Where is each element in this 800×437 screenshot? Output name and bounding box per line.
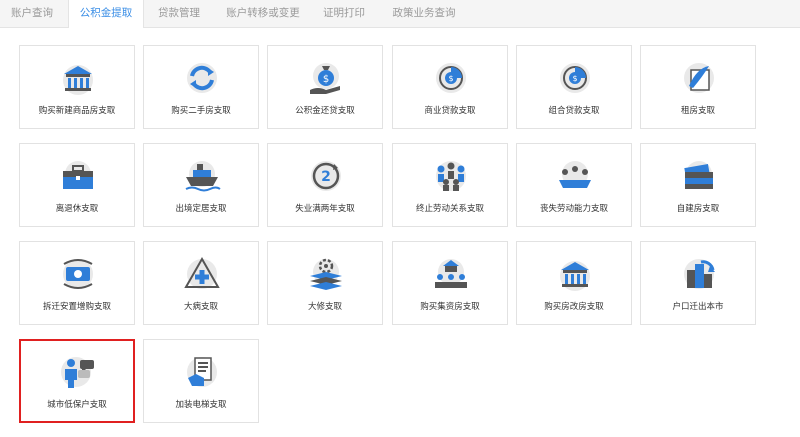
tile-label: 失业满两年支取 — [295, 204, 355, 214]
tile-serious-illness[interactable]: 大病支取 — [143, 241, 259, 325]
meeting-table-icon — [555, 158, 595, 194]
svg-text:$: $ — [323, 74, 329, 85]
tile-elevator-installation[interactable]: 加装电梯支取 — [143, 339, 259, 423]
tab-fund-withdrawal[interactable]: 公积金提取 — [68, 0, 144, 29]
tile-labor-termination[interactable]: 终止劳动关系支取 — [392, 143, 508, 227]
people-group-icon — [431, 158, 471, 194]
cash-stack-icon — [679, 158, 719, 194]
tile-self-built-house[interactable]: 自建房支取 — [640, 143, 756, 227]
tile-label: 商业贷款支取 — [424, 106, 476, 116]
tile-new-house-purchase[interactable]: 购买新建商品房支取 — [19, 45, 135, 129]
tile-fund-loan-repayment[interactable]: $ 公积金还贷支取 — [267, 45, 383, 129]
tile-label: 大修支取 — [307, 302, 342, 312]
tile-label: 离退休支取 — [55, 204, 99, 214]
tile-label: 出境定居支取 — [175, 204, 227, 214]
tile-label: 丧失劳动能力支取 — [539, 204, 608, 214]
tile-collective-housing[interactable]: 购买集资房支取 — [392, 241, 508, 325]
tile-second-hand-purchase[interactable]: 购买二手房支取 — [143, 45, 259, 129]
tile-reformed-housing[interactable]: 购买房改房支取 — [516, 241, 632, 325]
tile-unemployed-two-years[interactable]: 2 失业满两年支取 — [267, 143, 383, 227]
tile-label: 购买集资房支取 — [420, 302, 480, 312]
gear-layers-icon — [306, 256, 346, 292]
page: 账户查询 公积金提取 贷款管理 账户转移或变更 证明打印 政策业务查询 购买新建… — [0, 0, 800, 437]
tile-household-relocation[interactable]: 户口迁出本市 — [640, 241, 756, 325]
tile-label: 终止劳动关系支取 — [415, 204, 484, 214]
ship-icon — [182, 158, 222, 194]
quill-scroll-icon — [679, 60, 719, 96]
money-bag-hand-icon: $ — [306, 60, 346, 96]
bank-building-icon — [555, 256, 595, 292]
tile-label: 自建房支取 — [676, 204, 720, 214]
tile-disability[interactable]: 丧失劳动能力支取 — [516, 143, 632, 227]
coin-chart-icon: $ — [555, 60, 595, 96]
tab-certificate-print[interactable]: 证明打印 — [314, 0, 374, 28]
tab-loan-management[interactable]: 贷款管理 — [150, 0, 208, 28]
bank-building-icon — [58, 60, 98, 96]
tile-label: 组合贷款支取 — [548, 106, 600, 116]
svg-text:$: $ — [448, 74, 453, 83]
hand-document-icon — [182, 354, 222, 390]
briefcase-icon — [58, 158, 98, 194]
tile-rent[interactable]: 租房支取 — [640, 45, 756, 129]
team-house-icon — [431, 256, 471, 292]
tile-label: 购买房改房支取 — [544, 302, 604, 312]
tile-label: 城市低保户支取 — [47, 400, 107, 410]
tile-emigration[interactable]: 出境定居支取 — [143, 143, 259, 227]
tile-commercial-loan[interactable]: $ 商业贷款支取 — [392, 45, 508, 129]
tile-label: 购买二手房支取 — [171, 106, 231, 116]
tile-label: 加装电梯支取 — [175, 400, 227, 410]
refresh-arrows-icon — [182, 60, 222, 96]
tile-label: 公积金还贷支取 — [295, 106, 355, 116]
tile-label: 购买新建商品房支取 — [38, 106, 116, 116]
tile-urban-low-income[interactable]: 城市低保户支取 — [19, 339, 135, 423]
medical-cross-icon — [182, 256, 222, 292]
cash-cycle-icon — [58, 256, 98, 292]
coin-chart-icon: $ — [431, 60, 471, 96]
tab-account-query[interactable]: 账户查询 — [2, 0, 62, 28]
tile-major-repair[interactable]: 大修支取 — [267, 241, 383, 325]
tab-account-transfer[interactable]: 账户转移或变更 — [222, 0, 304, 28]
city-arrow-icon — [679, 256, 719, 292]
tile-combined-loan[interactable]: $ 组合贷款支取 — [516, 45, 632, 129]
svg-text:$: $ — [572, 74, 577, 83]
person-chat-icon — [58, 354, 98, 390]
tile-label: 租房支取 — [680, 106, 715, 116]
tile-label: 大病支取 — [183, 302, 218, 312]
tab-policy-query[interactable]: 政策业务查询 — [384, 0, 464, 28]
tile-retirement[interactable]: 离退休支取 — [19, 143, 135, 227]
number-two-cycle-icon: 2 — [306, 158, 346, 194]
withdrawal-grid: 购买新建商品房支取 购买二手房支取 $ 公积金还贷支取 $ 商业贷款支取 $ 组… — [0, 28, 800, 437]
tab-bar: 账户查询 公积金提取 贷款管理 账户转移或变更 证明打印 政策业务查询 — [0, 0, 800, 29]
svg-text:2: 2 — [321, 169, 331, 185]
tile-label: 户口迁出本市 — [672, 302, 724, 312]
tile-label: 拆迁安置增购支取 — [42, 302, 111, 312]
tile-demolition-resettlement[interactable]: 拆迁安置增购支取 — [19, 241, 135, 325]
